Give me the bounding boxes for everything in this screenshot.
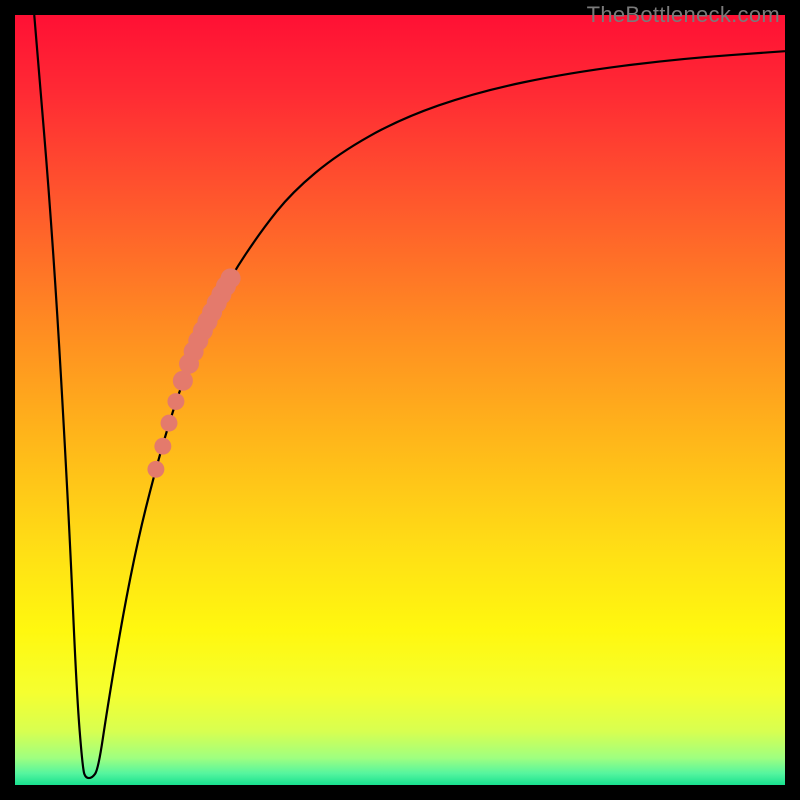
plot-area (15, 15, 785, 785)
data-marker (161, 415, 178, 432)
watermark-text: TheBottleneck.com (587, 2, 780, 28)
data-marker (221, 268, 241, 288)
data-marker (154, 438, 171, 455)
chart-root: TheBottleneck.com (0, 0, 800, 800)
bottleneck-curve (15, 15, 785, 785)
data-marker (167, 393, 184, 410)
data-marker (147, 461, 164, 478)
